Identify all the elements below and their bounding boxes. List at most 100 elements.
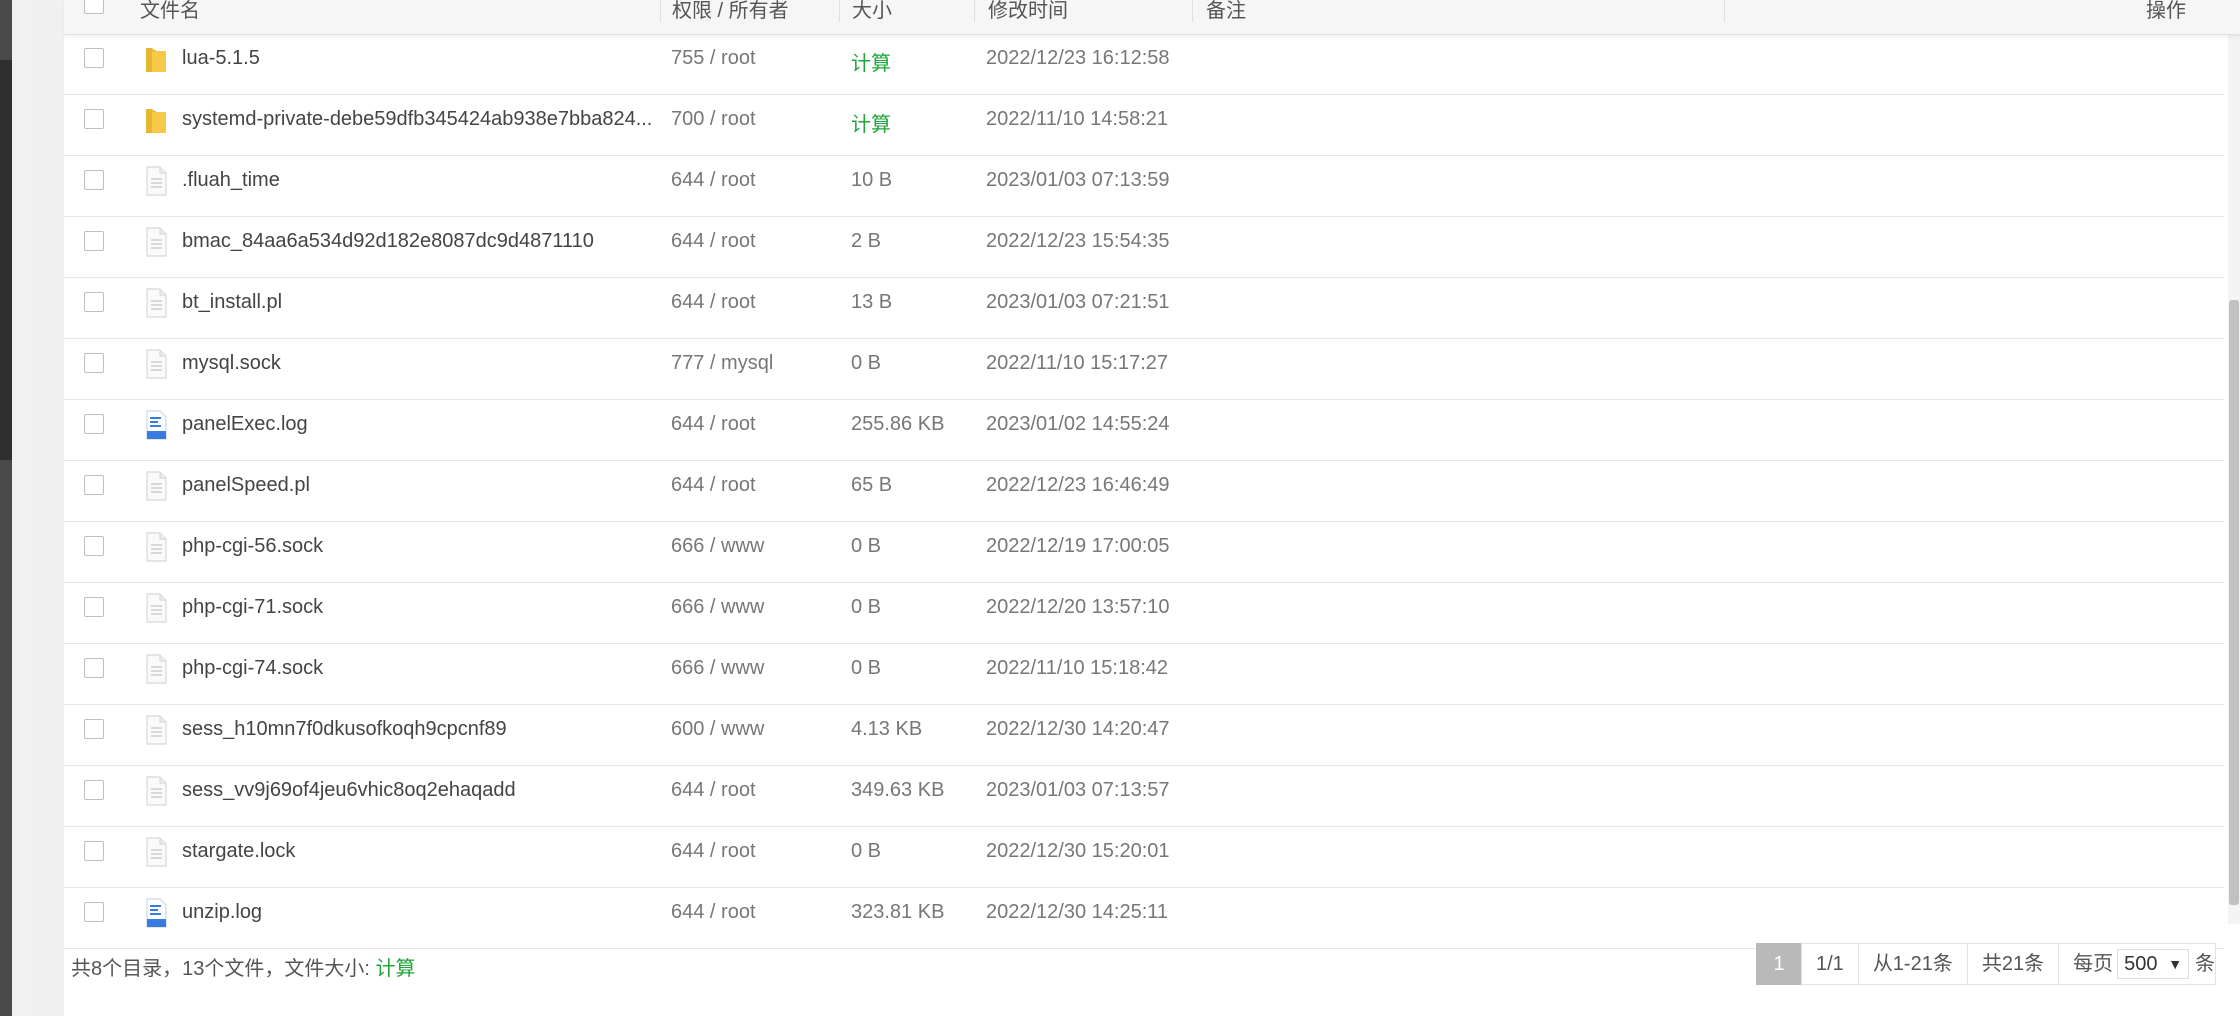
file-name[interactable]: unzip.log (182, 901, 262, 924)
file-name[interactable]: lua-5.1.5 (182, 47, 260, 70)
row-checkbox[interactable] (84, 109, 104, 129)
permission-owner[interactable]: 644 / root (671, 413, 756, 436)
table-row[interactable]: php-cgi-71.sock 666 / www 0 B 2022/12/20 13… (64, 583, 2224, 644)
table-row[interactable]: php-cgi-56.sock 666 / www 0 B 2022/12/19 17… (64, 522, 2224, 583)
table-row[interactable]: systemd-private-debe59dfb345424ab938e7bb… (64, 95, 2224, 156)
page-total: 共21条 (1966, 943, 2060, 985)
file-size: 255.86 KB (851, 413, 945, 435)
header-name[interactable]: 文件名 (140, 0, 200, 23)
permission-owner[interactable]: 666 / www (671, 535, 764, 558)
permission-owner[interactable]: 600 / www (671, 718, 764, 741)
calc-size-link[interactable]: 计算 (376, 958, 416, 980)
per-page-select[interactable]: 500 ▼ (2117, 949, 2190, 979)
per-page-value: 500 (2124, 953, 2158, 975)
row-checkbox[interactable] (84, 841, 104, 861)
per-page-label: 每页 (2073, 953, 2114, 975)
column-divider (1192, 0, 1193, 22)
file-name[interactable]: sess_h10mn7f0dkusofkoqh9cpcnf89 (182, 718, 507, 741)
permission-owner[interactable]: 644 / root (671, 291, 756, 314)
table-row[interactable]: sess_vv9j69of4jeu6vhic8oq2ehaqadd 644 / r… (64, 766, 2224, 827)
file-name[interactable]: stargate.lock (182, 840, 295, 863)
row-checkbox[interactable] (84, 353, 104, 373)
row-checkbox[interactable] (84, 231, 104, 251)
permission-owner[interactable]: 666 / www (671, 596, 764, 619)
permission-owner[interactable]: 644 / root (671, 840, 756, 863)
row-checkbox[interactable] (84, 536, 104, 556)
header-size[interactable]: 大小 (852, 0, 892, 23)
file-name[interactable]: php-cgi-56.sock (182, 535, 323, 558)
column-divider (1724, 0, 1725, 22)
file-icon (142, 836, 170, 868)
header-operations: 操作 (2146, 0, 2186, 22)
table-row[interactable]: panelExec.log 644 / root 255.86 KB 2023/01/… (64, 400, 2224, 461)
file-size: 349.63 KB (851, 779, 945, 801)
calc-size-link[interactable]: 计算 (851, 47, 891, 76)
table-row[interactable]: bmac_84aa6a534d92d182e8087dc9d4871110 644… (64, 217, 2224, 278)
permission-owner[interactable]: 644 / root (671, 779, 756, 802)
permission-owner[interactable]: 644 / root (671, 169, 756, 192)
row-checkbox[interactable] (84, 719, 104, 739)
permission-owner[interactable]: 644 / root (671, 230, 756, 253)
table-row[interactable]: panelSpeed.pl 644 / root 65 B 2022/12/23 16… (64, 461, 2224, 522)
table-row[interactable]: bt_install.pl 644 / root 13 B 2023/01/03 07… (64, 278, 2224, 339)
table-row[interactable]: sess_h10mn7f0dkusofkoqh9cpcnf89 600 / www… (64, 705, 2224, 766)
file-name[interactable]: php-cgi-71.sock (182, 596, 323, 619)
file-name[interactable]: systemd-private-debe59dfb345424ab938e7bb… (182, 108, 652, 131)
row-checkbox[interactable] (84, 170, 104, 190)
directory-summary: 共8个目录，13个文件，文件大小: 计算 (71, 952, 416, 981)
file-name[interactable]: sess_vv9j69of4jeu6vhic8oq2ehaqadd (182, 779, 516, 802)
table-row[interactable]: stargate.lock 644 / root 0 B 2022/12/30 15:… (64, 827, 2224, 888)
header-modified-time[interactable]: 修改时间 (988, 0, 1068, 23)
file-name[interactable]: bt_install.pl (182, 291, 282, 314)
file-name[interactable]: panelSpeed.pl (182, 474, 310, 497)
table-row[interactable]: unzip.log 644 / root 323.81 KB 2022/12/30 1… (64, 888, 2224, 949)
table-row[interactable]: .fluah_time 644 / root 10 B 2023/01/03 07:1… (64, 156, 2224, 217)
table-row[interactable]: mysql.sock 777 / mysql 0 B 2022/11/10 15:17… (64, 339, 2224, 400)
file-size: 65 B (851, 474, 893, 496)
file-name[interactable]: php-cgi-74.sock (182, 657, 323, 680)
row-checkbox[interactable] (84, 414, 104, 434)
permission-owner[interactable]: 644 / root (671, 474, 756, 497)
file-name[interactable]: mysql.sock (182, 352, 281, 375)
background-window-shade (0, 60, 12, 460)
permission-owner[interactable]: 666 / www (671, 657, 764, 680)
calc-size-link[interactable]: 计算 (851, 108, 891, 137)
background-window-edge (0, 0, 34, 1016)
table-row[interactable]: php-cgi-74.sock 666 / www 0 B 2022/11/10 15… (64, 644, 2224, 705)
modified-time: 2022/12/30 15:20:01 (986, 840, 1170, 862)
file-icon (142, 775, 170, 807)
scrollbar-thumb[interactable] (2229, 300, 2239, 905)
summary-text: 共8个目录，13个文件，文件大小: (71, 958, 370, 980)
row-checkbox[interactable] (84, 597, 104, 617)
permission-owner[interactable]: 644 / root (671, 901, 756, 924)
file-name[interactable]: .fluah_time (182, 169, 280, 192)
table-header: 文件名 权限 / 所有者 大小 修改时间 备注 操作 (64, 0, 2240, 35)
permission-owner[interactable]: 700 / root (671, 108, 756, 131)
row-checkbox[interactable] (84, 658, 104, 678)
row-checkbox[interactable] (84, 48, 104, 68)
permission-owner[interactable]: 755 / root (671, 47, 756, 70)
permission-owner[interactable]: 777 / mysql (671, 352, 773, 375)
row-checkbox[interactable] (84, 475, 104, 495)
select-all-checkbox[interactable] (84, 0, 104, 14)
modified-time: 2022/12/30 14:25:11 (986, 901, 1169, 923)
file-icon (142, 165, 170, 197)
file-icon (142, 531, 170, 563)
row-checkbox[interactable] (84, 292, 104, 312)
page-count: 1/1 (1801, 943, 1859, 985)
header-permission[interactable]: 权限 / 所有者 (672, 0, 789, 23)
log-file-icon (142, 409, 170, 441)
file-name[interactable]: bmac_84aa6a534d92d182e8087dc9d4871110 (182, 230, 594, 253)
column-divider (839, 0, 840, 22)
modified-time: 2022/11/10 15:18:42 (986, 657, 1169, 679)
file-name[interactable]: panelExec.log (182, 413, 308, 436)
row-checkbox[interactable] (84, 902, 104, 922)
page-current[interactable]: 1 (1756, 943, 1802, 985)
file-size: 10 B (851, 169, 893, 191)
row-checkbox[interactable] (84, 780, 104, 800)
file-icon (142, 226, 170, 258)
table-row[interactable]: lua-5.1.5 755 / root 计算 2022/12/23 16:12:58 (64, 34, 2224, 95)
file-size: 323.81 KB (851, 901, 945, 923)
file-size: 0 B (851, 352, 882, 374)
modified-time: 2023/01/03 07:13:57 (986, 779, 1170, 801)
